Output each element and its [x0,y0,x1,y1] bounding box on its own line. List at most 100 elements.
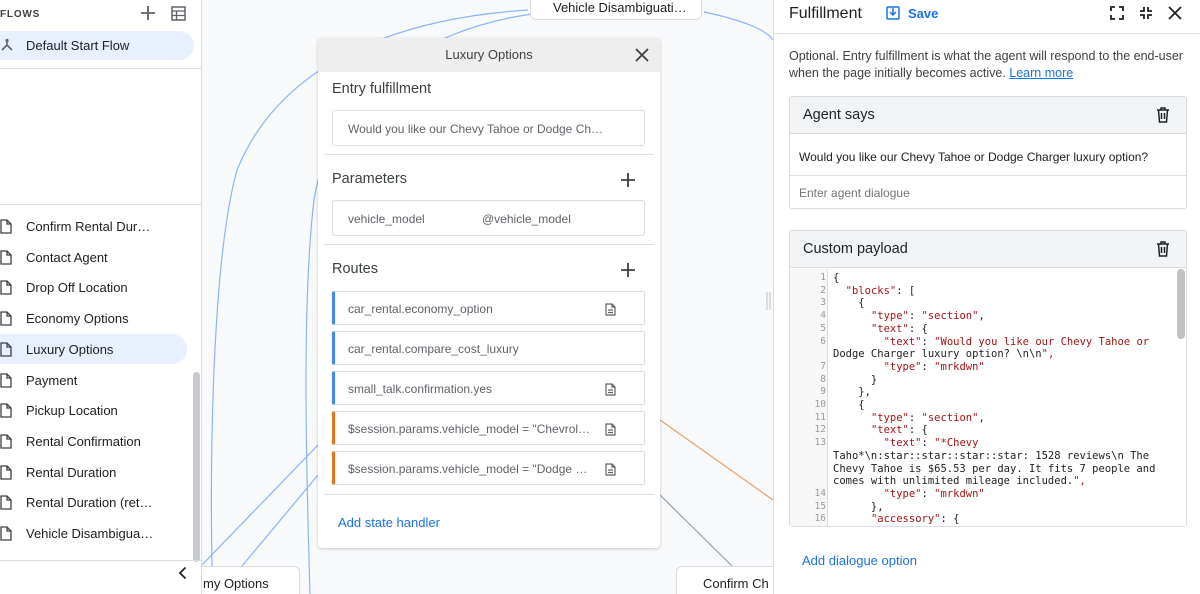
code-line: "text": { [870,322,928,335]
close-icon[interactable] [634,47,650,63]
page-item[interactable]: Contact Agent [0,242,187,272]
sidebar-scrollbar[interactable] [193,372,200,562]
line-number: 4 [820,310,826,322]
code-line: "type": "section", [870,411,985,424]
page-item[interactable]: Confirm Rental Durati… [0,211,187,241]
line-number: 6 [820,335,826,347]
line-number: 1 [820,272,826,283]
fulfillment-panel: Fulfillment Save Optional. Entry fulfill… [773,0,1200,594]
code-line: "type": "mrkdwn" [883,487,985,500]
line-number: 7 [820,360,826,372]
collapse-sidebar-icon[interactable] [175,565,191,581]
transition-line [202,444,319,566]
route-label: $session.params.vehicle_model = "Dodge C… [348,462,593,476]
page-item[interactable]: Pickup Location [0,395,187,425]
panel-resize-handle[interactable] [766,292,771,310]
custom-payload-header: Custom payload [790,231,1186,268]
page-item-label: Contact Agent [26,249,108,265]
page-icon [0,372,12,388]
code-line: "type": "mrkdwn" [883,360,985,373]
fulfillment-doc-icon [605,423,616,436]
fulfillment-doc-icon [605,303,616,316]
agent-says-card: Agent says Would you like our Chevy Taho… [789,96,1187,209]
flows-header: FLOWS [0,0,201,30]
transition-line [241,474,319,567]
intent-route[interactable]: small_talk.confirmation.yes [332,371,645,405]
line-number: 14 [814,487,826,499]
page-item[interactable]: Rental Duration (retur… [0,487,187,517]
route-label: car_rental.compare_cost_luxury [348,342,519,356]
divider [790,175,1186,176]
agent-says-title: Agent says [803,107,875,123]
page-icon [0,403,12,418]
condition-route[interactable]: $session.params.vehicle_model = "Dodge C… [332,451,645,485]
add-parameter-icon[interactable] [620,172,636,188]
line-number: 5 [820,322,826,334]
add-flow-icon[interactable] [140,5,156,21]
page-item[interactable]: Payment [0,365,187,395]
code-line: }, [833,386,871,399]
delete-icon[interactable] [1156,241,1170,257]
node-vehicle-disambiguation[interactable]: Vehicle Disambiguati… [530,0,702,20]
agent-dialogue-text[interactable]: Would you like our Chevy Tahoe or Dodge … [799,150,1148,164]
page-icon [0,464,12,480]
code-line: Taho*\n:star::star::star::star: 1528 rev… [833,449,1150,462]
node-confirm-change[interactable]: Confirm Ch [676,566,773,594]
page-icon [0,526,12,541]
condition-route[interactable]: $session.params.vehicle_model = "Chevrol… [332,411,645,445]
page-item[interactable]: Vehicle Disambiguation [0,518,187,548]
page-item-label: Economy Options [26,311,129,327]
code-line: "text": "Would you like our Chevy Tahoe … [883,335,1150,348]
page-item[interactable]: Rental Confirmation [0,426,187,456]
intent-route[interactable]: car_rental.compare_cost_luxury [332,331,645,365]
learn-more-link[interactable]: Learn more [1009,66,1073,80]
description-text: Optional. Entry fulfillment is what the … [789,49,1183,80]
save-icon[interactable] [886,6,900,20]
payload-code-editor[interactable]: 1 2 3 4 5 6 7 8 9 10 11 12 13 14 15 16 { "blocks": [ { … [790,269,1186,526]
parameter-entity: @vehicle_model [482,212,571,226]
agent-says-header: Agent says [790,97,1186,134]
flow-item-default-start-flow[interactable]: Default Start Flow [0,31,194,60]
code-line: "accessory": { [870,513,960,526]
exit-fullscreen-icon[interactable] [1139,6,1153,20]
save-button[interactable]: Save [908,6,938,21]
fullscreen-icon[interactable] [1110,6,1124,20]
agent-dialogue-input[interactable] [799,186,1099,200]
page-item[interactable]: Rental Duration [0,457,187,487]
code-line: { [833,272,840,284]
sidebar-divider [0,68,201,69]
page-item-label: Pickup Location [26,403,118,419]
entry-fulfillment-field[interactable]: Would you like our Chevy Tahoe or Dodge … [332,110,645,146]
page-item[interactable]: Drop Off Location [0,272,187,302]
flow-canvas[interactable]: Vehicle Disambiguati… my Options Confirm… [202,0,773,594]
node-label: Vehicle Disambiguati… [553,0,687,15]
add-route-icon[interactable] [620,262,636,278]
code-line: "blocks": [ [845,284,916,297]
page-icon [0,280,12,296]
table-view-icon[interactable] [171,6,186,21]
line-number: 2 [820,284,826,296]
intent-route[interactable]: car_rental.economy_option [332,291,645,325]
routes-title: Routes [332,261,378,277]
node-label: Confirm Ch [703,576,769,591]
page-item[interactable]: Luxury Options [0,333,187,364]
node-economy-options[interactable]: my Options [202,566,300,594]
fulfillment-doc-icon [605,463,616,476]
route-label: small_talk.confirmation.yes [348,382,493,396]
add-state-handler-link[interactable]: Add state handler [338,515,440,530]
parameter-row[interactable]: vehicle_model @vehicle_model [332,200,645,236]
line-number: 13 [814,437,826,449]
close-icon[interactable] [1168,6,1182,20]
sidebar-divider [0,204,201,205]
delete-icon[interactable] [1156,107,1170,123]
code-line: }, [833,500,884,513]
transition-line [659,419,773,501]
add-dialogue-option-link[interactable]: Add dialogue option [802,553,917,568]
line-number: 16 [814,513,826,525]
fulfillment-description: Optional. Entry fulfillment is what the … [789,48,1194,82]
page-icon [0,495,12,510]
code-scrollbar[interactable] [1177,269,1185,339]
page-item[interactable]: Economy Options [0,303,187,333]
parameter-name: vehicle_model [348,212,425,226]
line-number: 15 [814,500,826,512]
